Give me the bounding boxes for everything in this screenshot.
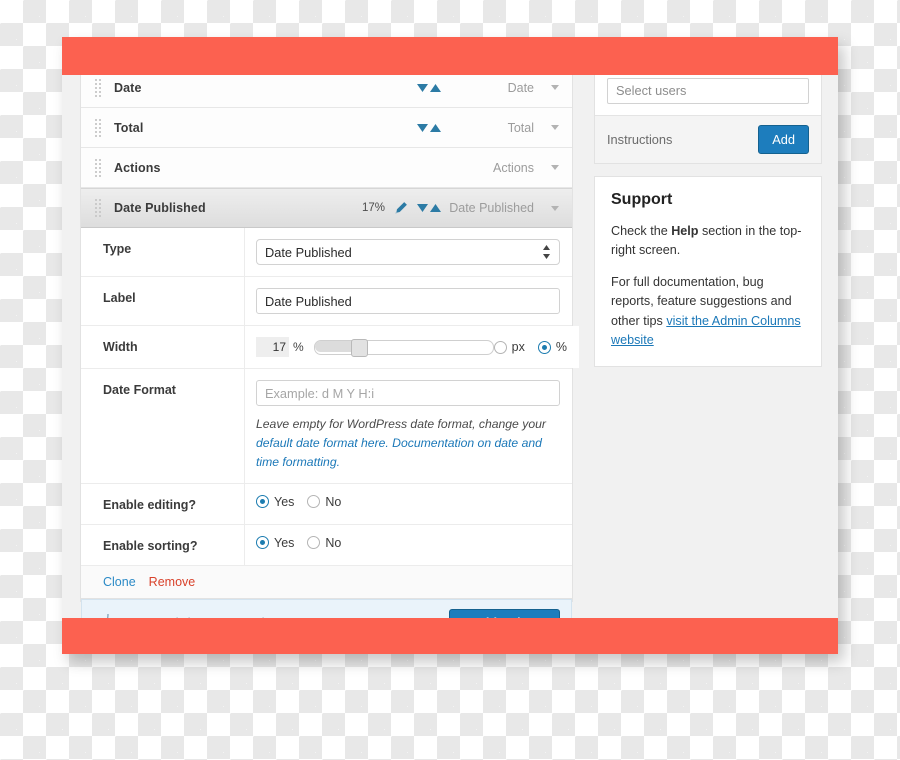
support-box: Support Check the Help section in the to… [594, 176, 822, 367]
drag-handle-icon[interactable] [94, 117, 103, 138]
field-label-value [245, 277, 572, 325]
radio-unit-percent[interactable] [537, 340, 551, 354]
form-row-enable-sorting: Enable sorting? Yes No [81, 524, 572, 566]
field-label-enable-editing: Enable editing? [81, 483, 245, 524]
drag-handle-icon[interactable] [94, 157, 103, 178]
column-type-label: Date [507, 80, 534, 95]
width-unit-radios: px % [493, 340, 567, 354]
width-unit-symbol: % [293, 340, 304, 354]
radio-sorting-yes[interactable] [256, 536, 269, 550]
field-type: Date Published [245, 228, 572, 276]
add-column-button[interactable]: + Add Column [449, 608, 560, 618]
column-name: Total [114, 120, 144, 135]
column-type-label: Total [507, 120, 534, 135]
column-row-controls: Total [416, 121, 572, 135]
radio-label-editing-yes: Yes [274, 494, 295, 509]
date-format-help: Leave empty for WordPress date format, c… [256, 415, 556, 472]
roles-box: Select users Instructions Add [594, 75, 822, 164]
field-enable-editing: Yes No [245, 483, 572, 524]
support-paragraph-docs: For full documentation, bug reports, fea… [611, 273, 805, 350]
chevron-down-icon[interactable] [551, 85, 559, 90]
add-button[interactable]: Add [758, 125, 809, 154]
column-row-date-published[interactable]: Date Published 17% Date Published [81, 188, 572, 228]
field-enable-sorting: Yes No [245, 524, 572, 565]
chevron-down-icon[interactable] [551, 125, 559, 130]
column-width-percent: 17% [361, 202, 385, 214]
form-row-enable-editing: Enable editing? Yes No [81, 483, 572, 525]
drag-handle-icon[interactable] [94, 77, 103, 98]
column-row-actions[interactable]: Actions Actions [81, 148, 572, 188]
form-row-label: Label [81, 277, 572, 326]
type-select[interactable]: Date Published [256, 239, 560, 265]
column-type-label: Date Published [449, 201, 534, 215]
app-screen: Date Date Total Total Actions Actions Da… [62, 75, 838, 618]
column-name: Actions [114, 160, 161, 175]
field-date-format: Leave empty for WordPress date format, c… [245, 369, 572, 483]
form-row-width: Width % px % [81, 326, 579, 369]
column-type-label: Actions [493, 160, 534, 175]
column-row-controls: Date [416, 81, 572, 95]
drag-handle-icon[interactable] [94, 198, 103, 218]
column-row-date[interactable]: Date Date [81, 75, 572, 108]
column-row-total[interactable]: Total Total [81, 108, 572, 148]
column-name: Date Published [114, 201, 206, 215]
instructions-row: Instructions Add [595, 115, 821, 163]
sort-toggle-icon[interactable] [416, 122, 442, 134]
radio-label-px: px [511, 340, 525, 354]
chevron-down-icon[interactable] [551, 205, 559, 211]
column-row-controls: 17% Date Published [362, 201, 572, 215]
chevron-down-icon[interactable] [551, 165, 559, 170]
sort-toggle-icon[interactable] [416, 82, 442, 94]
browser-window-frame: Date Date Total Total Actions Actions Da… [62, 37, 838, 654]
instructions-label: Instructions [607, 132, 673, 147]
width-slider[interactable] [313, 338, 494, 357]
support-help-emphasis: Help [671, 224, 699, 238]
radio-label-editing-no: No [325, 494, 342, 509]
columns-panel: Date Date Total Total Actions Actions Da… [80, 75, 579, 618]
clone-link[interactable]: Clone [103, 575, 136, 589]
radio-unit-px[interactable] [493, 340, 507, 354]
slider-knob[interactable] [350, 338, 368, 357]
form-row-type: Type Date Published [81, 228, 572, 277]
support-title: Support [611, 191, 673, 208]
drag-hint-text: Drag and drop to reorder [121, 615, 278, 618]
drag-drop-footer: Drag and drop to reorder + Add Column [81, 598, 572, 618]
form-row-date-format: Date Format Leave empty for WordPress da… [81, 369, 572, 484]
default-date-format-link[interactable]: default date format here. [256, 436, 389, 450]
field-label-label: Label [81, 277, 245, 325]
field-label-type: Type [81, 228, 245, 276]
radio-editing-no[interactable] [307, 495, 321, 509]
radio-sorting-no[interactable] [307, 536, 321, 550]
column-name: Date [114, 80, 142, 95]
radio-label-percent: % [555, 340, 567, 354]
column-actions-row: Clone Remove [81, 565, 572, 599]
help-intro: Leave empty for WordPress date format, c… [256, 417, 546, 431]
label-input[interactable] [256, 288, 560, 314]
support-paragraph-help: Check the Help section in the top-right … [611, 222, 805, 260]
column-row-controls: Actions [442, 161, 572, 175]
field-label-enable-sorting: Enable sorting? [81, 524, 245, 565]
field-label-width: Width [81, 326, 245, 368]
radio-editing-yes[interactable] [256, 495, 269, 509]
support-p1-a: Check the [611, 224, 672, 238]
field-width: % px % [245, 326, 579, 368]
width-number-input[interactable] [256, 337, 289, 357]
edit-pencil-icon[interactable] [394, 201, 408, 215]
date-format-input[interactable] [256, 380, 560, 406]
drag-arrow-icon [96, 612, 112, 618]
sort-toggle-icon[interactable] [416, 202, 442, 214]
radio-label-sorting-yes: Yes [274, 535, 295, 550]
select-users-wrap: Select users [595, 75, 821, 115]
field-label-date-format: Date Format [81, 369, 245, 483]
radio-label-sorting-no: No [325, 535, 342, 550]
sidebar: Select users Instructions Add Support Ch… [594, 75, 822, 367]
remove-link[interactable]: Remove [149, 575, 196, 589]
select-users-input[interactable]: Select users [607, 78, 809, 104]
